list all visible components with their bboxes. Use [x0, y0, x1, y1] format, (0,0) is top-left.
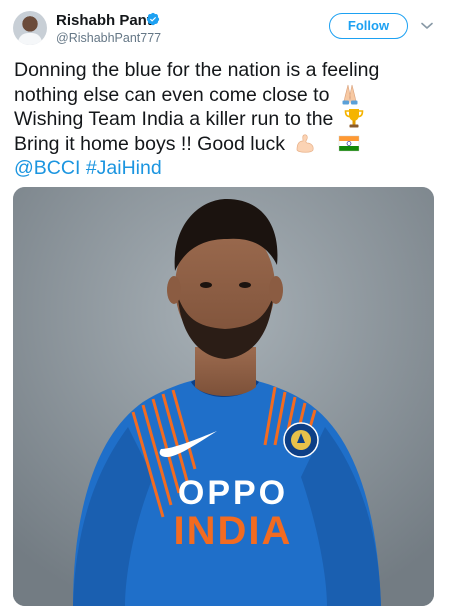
tweet-line-2: nothing else can even come close to — [14, 83, 444, 108]
verified-badge-icon — [146, 12, 160, 26]
tweet-text: Donning the blue for the nation is a fee… — [14, 58, 444, 181]
tweet-line-3: Wishing Team India a killer run to the — [14, 107, 444, 132]
jersey-sponsor-text: OPPO — [177, 474, 289, 512]
chevron-down-icon[interactable] — [421, 22, 433, 30]
tweet-line-1: Donning the blue for the nation is a fee… — [14, 58, 444, 83]
bcci-crest-icon — [283, 422, 319, 458]
tweet-line-3-text: Wishing Team India a killer run to the — [14, 108, 334, 130]
follow-button[interactable]: Follow — [329, 13, 408, 39]
tweet-header: Rishabh Pant @RishabhPant777 Follow — [0, 0, 458, 56]
tweet-line-1-text: Donning the blue for the nation is a fee… — [14, 59, 380, 81]
avatar-shirt — [18, 33, 42, 45]
india-flag-icon — [338, 135, 360, 151]
trophy-icon — [344, 109, 364, 128]
flexed-biceps-icon — [297, 133, 314, 153]
tweet-line-4-text: Bring it home boys !! Good luck — [14, 132, 285, 155]
hashtag-link[interactable]: #JaiHind — [86, 157, 162, 179]
folded-hands-icon — [342, 84, 358, 104]
tweet-line-5: @BCCI #JaiHind — [14, 156, 444, 181]
user-handle[interactable]: @RishabhPant777 — [56, 31, 161, 45]
tweet-line-2-text: nothing else can even come close to — [14, 83, 330, 106]
user-name[interactable]: Rishabh Pant — [56, 12, 152, 29]
mention-link[interactable]: @BCCI — [14, 157, 80, 179]
avatar[interactable] — [13, 11, 47, 45]
tweet-photo[interactable]: OPPO INDIA — [13, 187, 434, 606]
tweet-line-4: Bring it home boys !! Good luck — [14, 132, 444, 157]
jersey-country-text: INDIA — [173, 509, 293, 553]
